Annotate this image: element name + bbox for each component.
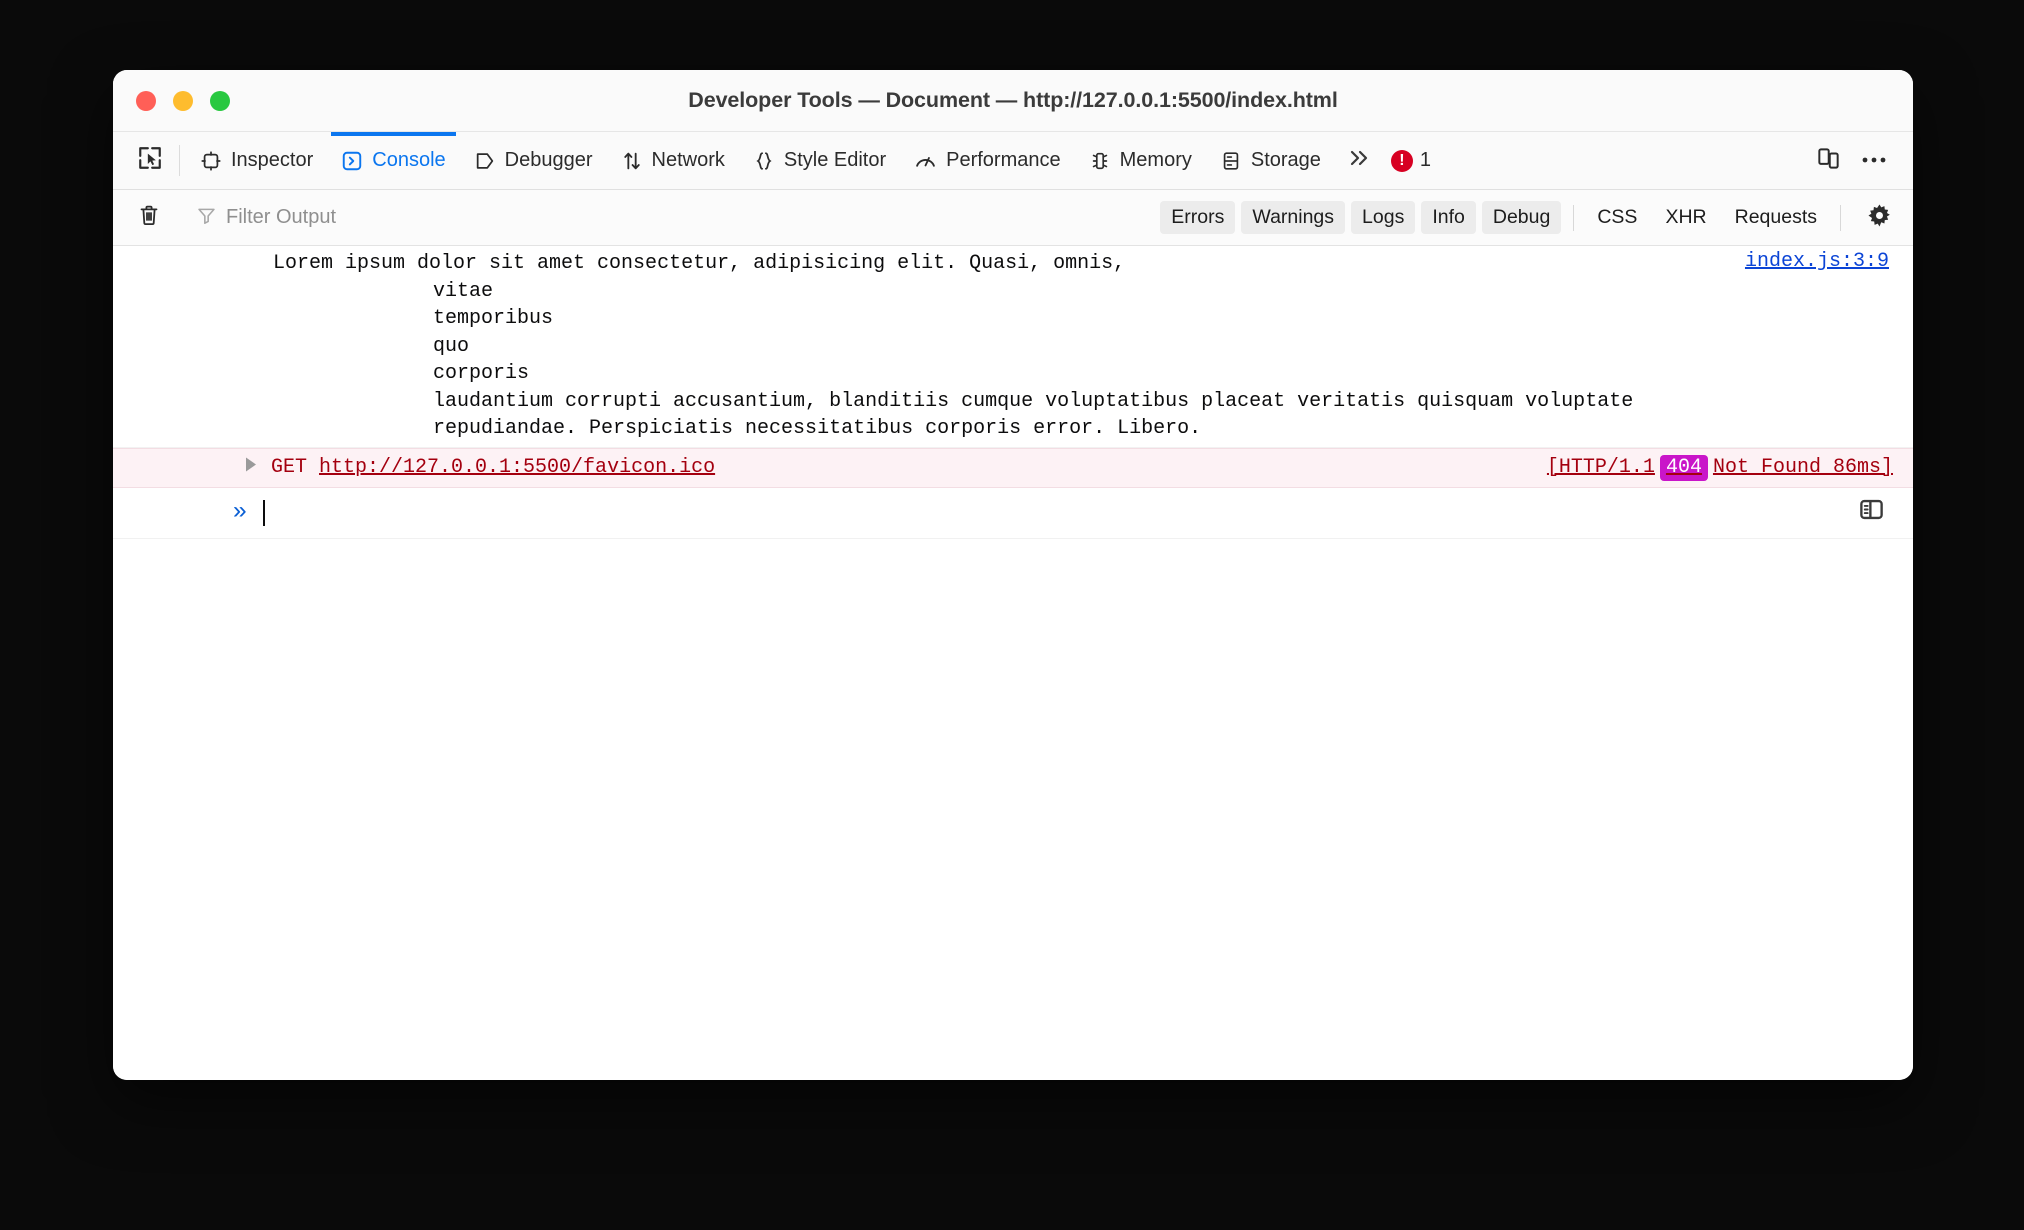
traffic-lights bbox=[136, 90, 230, 111]
responsive-design-mode-icon bbox=[1816, 146, 1841, 176]
log-line-3: temporibus bbox=[433, 307, 554, 330]
source-location-link[interactable]: index.js:3:9 bbox=[1745, 250, 1889, 273]
console-message-log[interactable]: Lorem ipsum dolor sit amet consectetur, … bbox=[113, 246, 1913, 448]
desktop-background: Developer Tools — Document — http://127.… bbox=[0, 0, 2024, 1230]
status-suffix: Not Found 86ms] bbox=[1712, 456, 1893, 479]
log-line-1: Lorem ipsum dolor sit amet consectetur, … bbox=[273, 252, 1126, 275]
tab-debugger[interactable]: Debugger bbox=[460, 132, 607, 189]
element-picker-icon bbox=[137, 145, 163, 176]
filter-toggle-errors[interactable]: Errors bbox=[1160, 201, 1236, 234]
filter-toggle-debug[interactable]: Debug bbox=[1481, 201, 1562, 234]
tab-performance[interactable]: Performance bbox=[900, 132, 1075, 189]
filter-toggle-logs[interactable]: Logs bbox=[1351, 201, 1416, 234]
filter-toggle-xhr[interactable]: XHR bbox=[1654, 201, 1717, 234]
console-input-row[interactable]: » bbox=[113, 487, 1913, 539]
tab-network-label: Network bbox=[651, 149, 725, 171]
overflow-menu-button[interactable] bbox=[1851, 132, 1897, 189]
disclosure-triangle-icon bbox=[244, 456, 258, 480]
text-caret bbox=[263, 499, 265, 526]
tab-style-editor[interactable]: Style Editor bbox=[739, 132, 900, 189]
log-line-7: repudiandae. Perspiciatis necessitatibus… bbox=[433, 417, 1202, 440]
network-request-method: GET bbox=[271, 456, 308, 479]
error-count-badge[interactable]: ! 1 bbox=[1385, 132, 1441, 189]
tab-style-editor-label: Style Editor bbox=[783, 149, 887, 171]
style-editor-icon bbox=[753, 150, 775, 172]
console-output[interactable]: Lorem ipsum dolor sit amet consectetur, … bbox=[113, 246, 1913, 1080]
gear-icon bbox=[1866, 202, 1893, 234]
tab-network[interactable]: Network bbox=[607, 132, 739, 189]
responsive-design-mode-button[interactable] bbox=[1805, 132, 1851, 189]
tab-debugger-label: Debugger bbox=[504, 149, 593, 171]
console-filter-bar: Filter Output Errors Warnings Logs Info … bbox=[113, 190, 1913, 246]
window-title: Developer Tools — Document — http://127.… bbox=[688, 88, 1338, 112]
minimize-button[interactable] bbox=[173, 90, 193, 111]
filter-input[interactable]: Filter Output bbox=[184, 205, 1160, 231]
filter-placeholder-text: Filter Output bbox=[226, 206, 337, 228]
status-prefix: [HTTP/1.1 bbox=[1546, 456, 1655, 479]
tab-inspector[interactable]: Inspector bbox=[186, 132, 327, 189]
tab-inspector-label: Inspector bbox=[231, 149, 314, 171]
storage-icon bbox=[1220, 150, 1242, 172]
category-filter-group: CSS XHR Requests bbox=[1586, 201, 1828, 234]
maximize-button[interactable] bbox=[210, 90, 230, 111]
tab-storage[interactable]: Storage bbox=[1206, 132, 1335, 189]
filter-toggle-css[interactable]: CSS bbox=[1586, 201, 1648, 234]
tab-performance-label: Performance bbox=[946, 149, 1061, 171]
element-picker-button[interactable] bbox=[127, 132, 173, 189]
funnel-icon bbox=[196, 205, 217, 231]
console-icon bbox=[341, 150, 363, 172]
prompt-chevron-icon: » bbox=[232, 499, 248, 526]
debugger-icon bbox=[474, 150, 496, 172]
log-line-6: laudantium corrupti accusantium, blandit… bbox=[433, 389, 1634, 413]
console-input[interactable] bbox=[263, 498, 1851, 528]
trash-icon bbox=[137, 203, 161, 232]
network-request-url[interactable]: http://127.0.0.1:5500/favicon.ico bbox=[319, 456, 715, 479]
expand-network-message-button[interactable] bbox=[231, 456, 271, 480]
chevron-double-right-icon bbox=[1347, 147, 1373, 174]
meatball-menu-icon bbox=[1861, 152, 1887, 170]
filter-toggle-warnings[interactable]: Warnings bbox=[1241, 201, 1346, 234]
console-message-text: Lorem ipsum dolor sit amet consectetur, … bbox=[113, 250, 1893, 443]
settings-separator bbox=[1840, 204, 1841, 231]
tab-console[interactable]: Console bbox=[327, 132, 459, 189]
close-button[interactable] bbox=[136, 90, 156, 111]
error-count-label: 1 bbox=[1419, 149, 1432, 171]
filter-toggle-info[interactable]: Info bbox=[1421, 201, 1476, 234]
devtools-toolbar: Inspector Console Debugger Network Style… bbox=[113, 132, 1913, 190]
tab-memory[interactable]: Memory bbox=[1075, 132, 1206, 189]
split-console-icon bbox=[1858, 496, 1885, 530]
log-line-2: vitae bbox=[433, 279, 494, 303]
severity-filter-group: Errors Warnings Logs Info Debug bbox=[1160, 201, 1562, 234]
console-settings-button[interactable] bbox=[1857, 198, 1901, 238]
tab-memory-label: Memory bbox=[1119, 149, 1192, 171]
status-code-chip: 404 bbox=[1659, 454, 1708, 481]
network-response-status[interactable]: [HTTP/1.1 404 Not Found 86ms] bbox=[1546, 454, 1893, 481]
tab-console-label: Console bbox=[372, 149, 446, 171]
inspector-icon bbox=[200, 150, 222, 172]
log-line-5: corporis bbox=[433, 362, 530, 385]
error-badge-icon: ! bbox=[1390, 149, 1413, 172]
filter-group-separator bbox=[1573, 204, 1575, 231]
devtools-window: Developer Tools — Document — http://127.… bbox=[113, 70, 1913, 1080]
window-titlebar: Developer Tools — Document — http://127.… bbox=[113, 70, 1913, 132]
network-icon bbox=[621, 150, 643, 172]
filter-toggle-requests[interactable]: Requests bbox=[1724, 201, 1828, 234]
split-console-button[interactable] bbox=[1851, 496, 1891, 530]
clear-console-button[interactable] bbox=[127, 198, 171, 238]
more-tabs-button[interactable] bbox=[1335, 132, 1385, 189]
memory-icon bbox=[1089, 150, 1111, 172]
toolbar-divider bbox=[179, 145, 180, 176]
console-message-network-error[interactable]: GET http://127.0.0.1:5500/favicon.ico [H… bbox=[113, 447, 1913, 488]
performance-icon bbox=[914, 149, 937, 172]
log-line-4: quo bbox=[433, 334, 470, 358]
tab-storage-label: Storage bbox=[1250, 149, 1321, 171]
